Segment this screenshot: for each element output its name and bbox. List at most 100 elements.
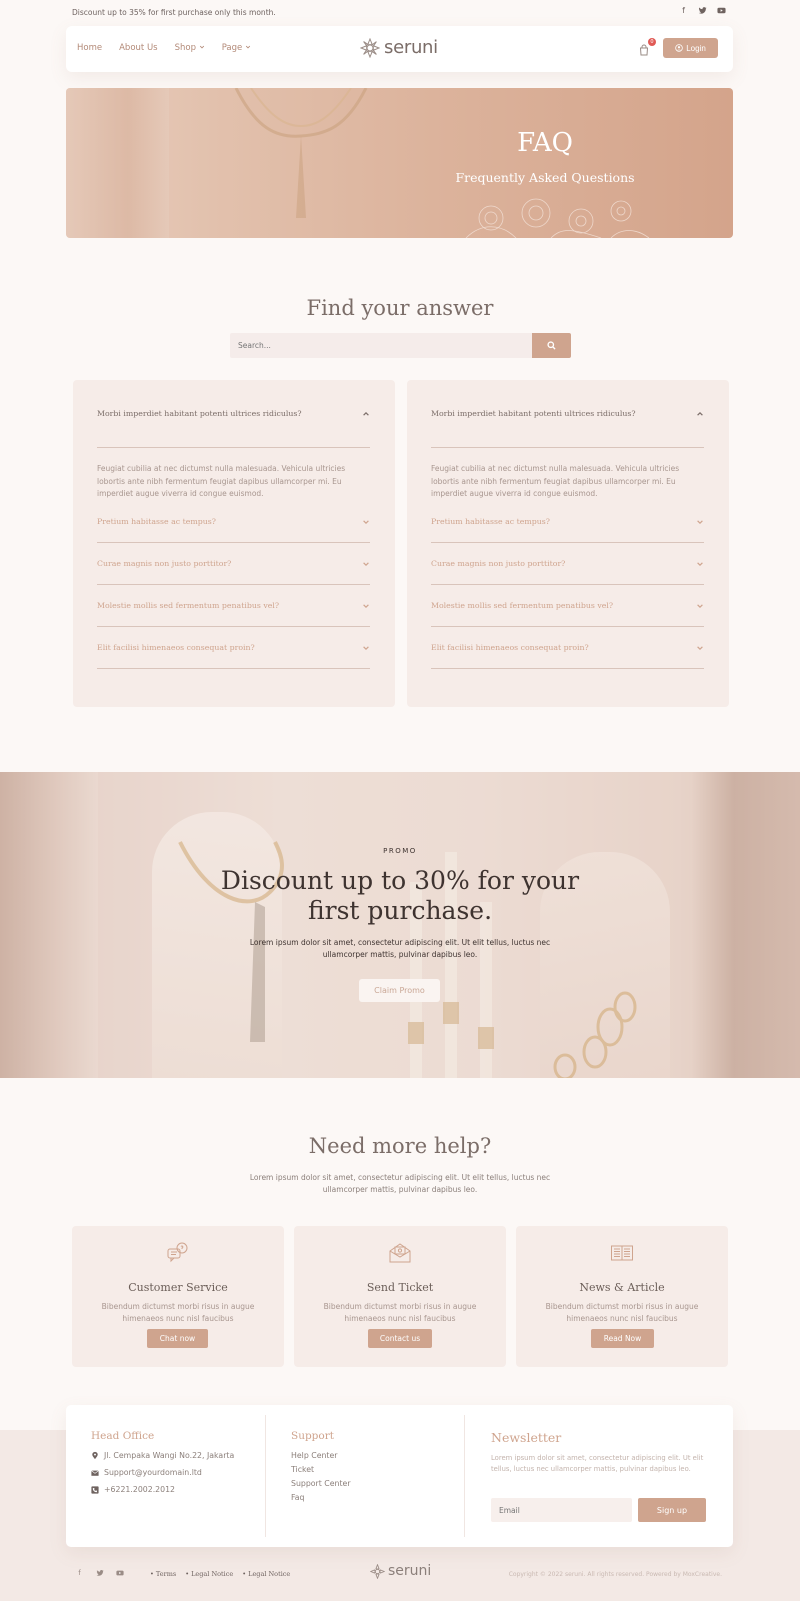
help-card-title: Send Ticket — [366, 1281, 434, 1294]
faq-hero-banner: FAQ Frequently Asked Questions — [66, 88, 733, 238]
chevron-down-icon — [697, 603, 703, 608]
faq-question[interactable]: Elit facilisi himenaeos consequat proin? — [97, 627, 370, 669]
chevron-down-icon — [363, 603, 369, 608]
faq-question-open[interactable]: Morbi imperdiet habitant potenti ultrice… — [97, 380, 370, 448]
faq-question-open[interactable]: Morbi imperdiet habitant potenti ultrice… — [431, 380, 704, 448]
faq-column-left: Morbi imperdiet habitant potenti ultrice… — [73, 380, 395, 707]
faq-question[interactable]: Molestie mollis sed fermentum penatibus … — [97, 585, 370, 627]
support-column: Support Help Center Ticket Support Cente… — [291, 1430, 441, 1502]
support-link-ticket[interactable]: Ticket — [291, 1465, 441, 1474]
chevron-down-icon — [363, 561, 369, 566]
envelope-icon — [91, 1469, 99, 1476]
faq-question[interactable]: Pretium habitasse ac tempus? — [431, 501, 704, 543]
newsletter-email-input[interactable] — [491, 1498, 632, 1522]
login-button[interactable]: Login — [663, 38, 718, 58]
bottom-bar: f Terms Legal Notice Legal Notice seruni… — [0, 1563, 800, 1593]
sign-up-button[interactable]: Sign up — [638, 1498, 706, 1522]
chat-now-button[interactable]: Chat now — [147, 1329, 208, 1348]
support-link-support-center[interactable]: Support Center — [291, 1479, 441, 1488]
top-bar: Discount up to 35% for first purchase on… — [0, 0, 800, 26]
faq-question[interactable]: Molestie mollis sed fermentum penatibus … — [431, 585, 704, 627]
bottom-socials: f — [75, 1569, 124, 1578]
logo-flower-icon — [360, 37, 380, 58]
newsletter-text: Lorem ipsum dolor sit amet, consectetur … — [491, 1454, 704, 1473]
copyright-text: Copyright © 2022 seruni. All rights rese… — [508, 1571, 722, 1578]
legal-notice-link[interactable]: Legal Notice — [242, 1570, 290, 1578]
chevron-down-icon — [363, 645, 369, 650]
top-socials: f — [679, 6, 726, 15]
faq-question-text: Curae magnis non justo porttitor? — [97, 558, 232, 568]
help-card-title: Customer Service — [128, 1281, 228, 1294]
faq-question[interactable]: Elit facilisi himenaeos consequat proin? — [431, 627, 704, 669]
help-card-desc: Bibendum dictumst morbi risus in augue h… — [101, 1302, 255, 1323]
nav-shop[interactable]: Shop — [175, 43, 205, 53]
read-now-button[interactable]: Read Now — [591, 1329, 654, 1348]
newsletter-title: Newsletter — [491, 1430, 562, 1445]
logo-text: seruni — [384, 37, 438, 58]
footer-card: Head Office Jl. Cempaka Wangi No.22, Jak… — [66, 1405, 733, 1547]
chevron-up-icon — [363, 411, 369, 416]
support-link-faq[interactable]: Faq — [291, 1493, 441, 1502]
office-phone-text: +6221.2002.2012 — [104, 1485, 176, 1494]
faq-question[interactable]: Curae magnis non justo porttitor? — [97, 543, 370, 585]
chevron-up-icon — [697, 411, 703, 416]
footer-logo[interactable]: seruni — [370, 1563, 431, 1579]
head-office-title: Head Office — [91, 1430, 155, 1442]
office-email-text[interactable]: Support@yourdomain.ltd — [104, 1468, 202, 1477]
promo-notice: Discount up to 35% for first purchase on… — [72, 8, 276, 17]
faq-question-text: Molestie mollis sed fermentum penatibus … — [97, 600, 280, 610]
office-address: Jl. Cempaka Wangi No.22, Jakarta — [91, 1451, 261, 1460]
chevron-down-icon — [245, 45, 251, 49]
hero-necklace-image — [234, 88, 368, 218]
faq-question[interactable]: Curae magnis non justo porttitor? — [431, 543, 704, 585]
hero-curtain-decoration — [66, 88, 169, 238]
help-card-desc: Bibendum dictumst morbi risus in augue h… — [323, 1302, 477, 1323]
newsletter-column: Newsletter Lorem ipsum dolor sit amet, c… — [491, 1430, 711, 1475]
chat-bubbles-icon — [167, 1242, 188, 1263]
twitter-icon[interactable] — [698, 6, 707, 15]
chevron-down-icon — [697, 561, 703, 566]
faq-question-text: Elit facilisi himenaeos consequat proin? — [431, 642, 589, 652]
legal-notice-link[interactable]: Legal Notice — [185, 1570, 233, 1578]
site-logo[interactable]: seruni — [360, 37, 438, 58]
faq-question[interactable]: Pretium habitasse ac tempus? — [97, 501, 370, 543]
chevron-down-icon — [199, 45, 204, 49]
youtube-icon[interactable] — [115, 1569, 124, 1578]
nav-home[interactable]: Home — [77, 43, 102, 53]
youtube-icon[interactable] — [717, 6, 726, 15]
hero-floral-decoration — [465, 198, 650, 238]
chevron-down-icon — [697, 645, 703, 650]
footer-divider — [265, 1415, 266, 1537]
nav-about-us[interactable]: About Us — [119, 43, 157, 53]
map-pin-icon — [92, 1451, 98, 1460]
contact-us-button[interactable]: Contact us — [368, 1329, 432, 1348]
terms-link[interactable]: Terms — [150, 1570, 176, 1578]
help-card-title: News & Article — [579, 1281, 665, 1294]
login-label: Login — [686, 43, 706, 53]
facebook-icon[interactable]: f — [679, 6, 688, 15]
nav-page[interactable]: Page — [222, 43, 251, 53]
faq-question-text: Curae magnis non justo porttitor? — [431, 558, 566, 568]
help-card-customer-service: Customer Service Bibendum dictumst morbi… — [72, 1226, 284, 1367]
footer-divider — [464, 1415, 465, 1537]
phone-icon — [91, 1485, 99, 1494]
cart-button[interactable]: 0 — [638, 38, 656, 56]
envelope-icon — [389, 1243, 411, 1263]
faq-question-text: Pretium habitasse ac tempus? — [97, 516, 216, 526]
search-button[interactable] — [532, 333, 571, 358]
support-title: Support — [291, 1430, 334, 1442]
facebook-icon[interactable]: f — [75, 1569, 84, 1578]
main-nav: Home About Us Shop Page — [77, 43, 251, 53]
office-address-text: Jl. Cempaka Wangi No.22, Jakarta — [104, 1451, 235, 1460]
cart-count-badge: 0 — [648, 38, 656, 46]
shopping-bag-icon — [639, 44, 649, 56]
footer-logo-text: seruni — [388, 1563, 432, 1579]
support-link-help-center[interactable]: Help Center — [291, 1451, 441, 1460]
twitter-icon[interactable] — [95, 1569, 104, 1578]
main-header: Home About Us Shop Page seruni 0 Login — [66, 26, 733, 72]
faq-search-input[interactable] — [230, 333, 532, 358]
chevron-down-icon — [697, 519, 703, 524]
nav-shop-label: Shop — [174, 43, 196, 53]
office-email: Support@yourdomain.ltd — [91, 1468, 261, 1477]
claim-promo-button[interactable]: Claim Promo — [359, 979, 440, 1002]
